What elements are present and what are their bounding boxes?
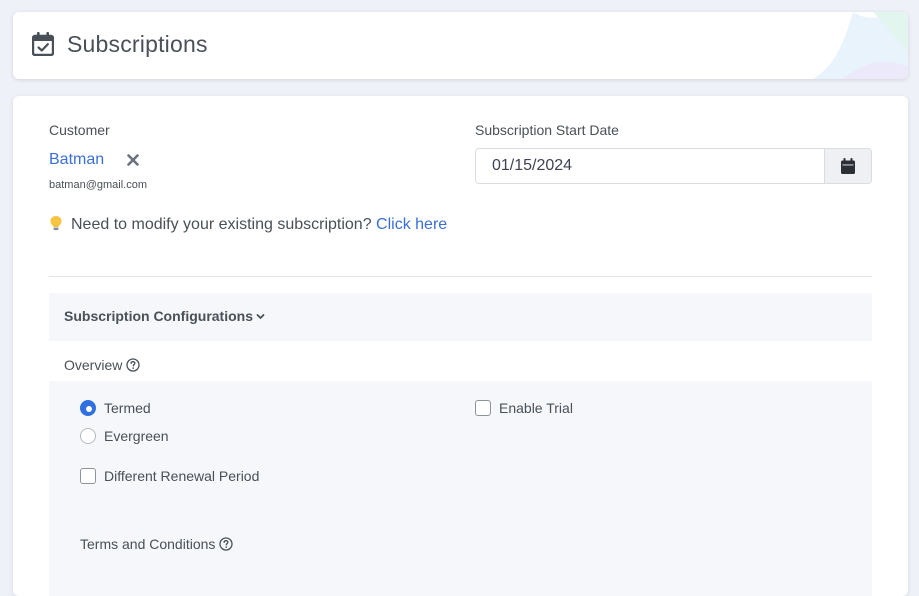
- start-date-label: Subscription Start Date: [475, 122, 619, 138]
- configurations-section-header: Subscription Configurations: [49, 293, 872, 341]
- configurations-title: Subscription Configurations: [64, 308, 253, 324]
- enable-trial-option[interactable]: Enable Trial: [475, 400, 573, 416]
- calendar-icon: [841, 158, 855, 174]
- termed-radio[interactable]: [80, 400, 96, 416]
- lightbulb-icon: [50, 216, 62, 231]
- customer-email: batman@gmail.com: [49, 179, 147, 191]
- calendar-check-icon: [32, 32, 54, 56]
- section-divider: [49, 276, 872, 277]
- termed-label: Termed: [104, 400, 151, 416]
- start-date-input[interactable]: [476, 149, 824, 183]
- hint-text: Need to modify your existing subscriptio…: [71, 216, 372, 233]
- subscription-form: Customer Batman batman@gmail.com Need to…: [13, 96, 908, 596]
- overview-label-text: Overview: [64, 357, 123, 373]
- evergreen-label: Evergreen: [104, 428, 169, 444]
- help-circle-icon[interactable]: [126, 358, 141, 372]
- configurations-toggle[interactable]: Subscription Configurations: [64, 308, 265, 324]
- enable-trial-checkbox[interactable]: [475, 400, 491, 416]
- close-icon[interactable]: [125, 152, 141, 168]
- chevron-down-icon: [256, 313, 265, 319]
- different-renewal-checkbox[interactable]: [80, 468, 96, 484]
- click-here-link[interactable]: Click here: [376, 216, 447, 233]
- overview-label: Overview: [64, 357, 141, 373]
- page-title: Subscriptions: [67, 31, 208, 57]
- help-circle-icon[interactable]: [219, 537, 234, 551]
- enable-trial-label: Enable Trial: [499, 400, 573, 416]
- terms-label-text: Terms and Conditions: [80, 536, 216, 552]
- customer-label: Customer: [49, 122, 110, 138]
- customer-name-link[interactable]: Batman: [49, 151, 104, 169]
- termed-option[interactable]: Termed: [80, 400, 151, 416]
- date-picker-button[interactable]: [824, 149, 871, 183]
- modify-subscription-hint: Need to modify your existing subscriptio…: [49, 213, 449, 237]
- header-decoration: [813, 12, 908, 79]
- evergreen-radio[interactable]: [80, 428, 96, 444]
- overview-panel: Termed Evergreen Enable Trial Different …: [49, 381, 872, 596]
- terms-label: Terms and Conditions: [80, 536, 234, 552]
- start-date-group: [475, 148, 872, 184]
- different-renewal-option[interactable]: Different Renewal Period: [80, 468, 259, 484]
- evergreen-option[interactable]: Evergreen: [80, 428, 169, 444]
- page-header: Subscriptions: [13, 12, 908, 79]
- different-renewal-label: Different Renewal Period: [104, 468, 260, 484]
